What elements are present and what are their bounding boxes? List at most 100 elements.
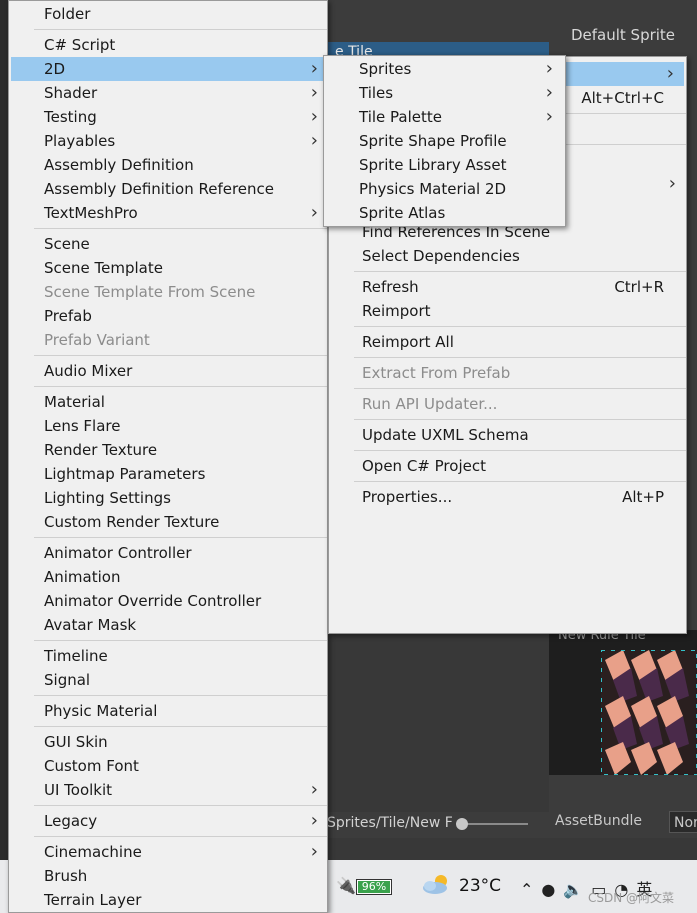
menu-item-tile-palette[interactable]: Tile Palette › [324,105,565,129]
menu-item-folder[interactable]: Folder [9,2,327,26]
menu-item-update-uxml-schema[interactable]: Update UXML Schema [329,423,686,447]
menu-item-select-dependencies[interactable]: Select Dependencies [329,244,686,268]
menu-separator [34,640,327,641]
menu-item-signal[interactable]: Signal [9,668,327,692]
menu-item-reimport[interactable]: Reimport [329,299,686,323]
menu-item-testing[interactable]: Testing › [9,105,327,129]
menu-item-animator-override-controller[interactable]: Animator Override Controller [9,589,327,613]
create-menu: Folder C# Script 2D › Shader › Testing › Playabl… [8,0,328,913]
zoom-slider-handle[interactable] [456,818,468,830]
chevron-right-icon: › [310,58,318,79]
menu-item-render-texture[interactable]: Render Texture [9,438,327,462]
temperature-text[interactable]: 23°C [459,876,501,896]
menu-item-extract-from-prefab: Extract From Prefab [329,361,686,385]
menu-item-prefab[interactable]: Prefab [9,304,327,328]
menu-item-lighting-settings[interactable]: Lighting Settings [9,486,327,510]
chevron-right-icon: › [545,82,553,103]
menu-item-label: Custom Font [44,757,139,775]
menu-item-label: Brush [44,867,88,885]
zoom-slider-track[interactable] [460,823,528,825]
menu-item-cinemachine[interactable]: Cinemachine › [9,840,327,864]
menu-item-sprites[interactable]: Sprites › [324,57,565,81]
menu-item-custom-font[interactable]: Custom Font [9,754,327,778]
menu-item-label: Shader [44,84,98,102]
menu-item-gui-skin[interactable]: GUI Skin [9,730,327,754]
menu-item-scene-template[interactable]: Scene Template [9,256,327,280]
menu-item-shortcut: Alt+P [622,488,664,506]
chevron-right-icon: › [545,58,553,79]
menu-separator [354,419,686,420]
menu-item-label: Cinemachine [44,843,142,861]
menu-item-sprite-atlas[interactable]: Sprite Atlas [324,201,565,225]
menu-item-animator-controller[interactable]: Animator Controller [9,541,327,565]
menu-item-physic-material[interactable]: Physic Material [9,699,327,723]
menu-item-label: Sprite Atlas [359,204,446,222]
menu-item-lens-flare[interactable]: Lens Flare [9,414,327,438]
menu-item-assembly-definition-reference[interactable]: Assembly Definition Reference [9,177,327,201]
menu-item-audio-mixer[interactable]: Audio Mixer [9,359,327,383]
chevron-right-icon: › [310,779,318,800]
menu-item-refresh[interactable]: Refresh Ctrl+R [329,275,686,299]
chevron-up-icon[interactable]: ⌃ [520,880,541,899]
menu-item-create[interactable]: › [560,62,684,86]
menu-item-label: Assembly Definition Reference [44,180,275,198]
menu-item-label: Testing [44,108,97,126]
menu-item-animation[interactable]: Animation [9,565,327,589]
chevron-right-icon: › [668,173,676,194]
menu-item-tiles[interactable]: Tiles › [324,81,565,105]
power-plug-icon: 🔌 [336,876,356,895]
menu-item-label: 2D [44,60,66,78]
menu-separator [34,726,327,727]
menu-item-brush[interactable]: Brush [9,864,327,888]
chevron-right-icon: › [310,810,318,831]
menu-item-label: TextMeshPro [44,204,138,222]
menu-separator [354,326,686,327]
menu-item-label: Prefab [44,307,92,325]
menu-item-label: UI Toolkit [44,781,113,799]
menu-item-label: Select Dependencies [362,247,520,265]
menu-item-playables[interactable]: Playables › [9,129,327,153]
menu-item-scene[interactable]: Scene [9,232,327,256]
assetbundle-dropdown[interactable]: Nor [669,811,697,833]
menu-item-scene-template-from-scene: Scene Template From Scene [9,280,327,304]
project-panel-header [327,0,549,42]
chevron-right-icon: › [310,82,318,103]
menu-item-terrain-layer[interactable]: Terrain Layer [9,888,327,912]
menu-item-csharp-script[interactable]: C# Script [9,33,327,57]
menu-item-label: Properties... [362,488,453,506]
menu-item-properties[interactable]: Properties... Alt+P [329,485,686,509]
menu-item-open-csharp-project[interactable]: Open C# Project [329,454,686,478]
menu-item-label: C# Script [44,36,116,54]
menu-item-label: Lens Flare [44,417,121,435]
menu-item-legacy[interactable]: Legacy › [9,809,327,833]
menu-separator [354,450,686,451]
menu-item-sprite-shape-profile[interactable]: Sprite Shape Profile [324,129,565,153]
assetbundle-label: AssetBundle [555,813,643,829]
weather-cloud-sun-icon[interactable] [421,872,453,896]
inspector-title: Default Sprite [570,26,676,44]
menu-item-2d[interactable]: 2D › [11,57,327,81]
battery-percentage: 96% [358,881,390,893]
menu-item-label: Animator Override Controller [44,592,262,610]
menu-separator [34,386,327,387]
menu-item-assembly-definition[interactable]: Assembly Definition [9,153,327,177]
menu-item-reimport-all[interactable]: Reimport All [329,330,686,354]
menu-item-label: Tiles [359,84,394,102]
menu-item-physics-material-2d[interactable]: Physics Material 2D [324,177,565,201]
menu-item-sprite-library-asset[interactable]: Sprite Library Asset [324,153,565,177]
menu-item-material[interactable]: Material [9,390,327,414]
qq-icon[interactable]: ● [541,880,563,899]
menu-separator [354,481,686,482]
menu-item-custom-render-texture[interactable]: Custom Render Texture [9,510,327,534]
watermark-text: CSDN @阿文菜 [588,891,675,905]
menu-item-lightmap-parameters[interactable]: Lightmap Parameters [9,462,327,486]
menu-separator [34,695,327,696]
menu-item-avatar-mask[interactable]: Avatar Mask [9,613,327,637]
menu-item-ui-toolkit[interactable]: UI Toolkit › [9,778,327,802]
menu-item-textmeshpro[interactable]: TextMeshPro › [9,201,327,225]
menu-item-timeline[interactable]: Timeline [9,644,327,668]
menu-item-shader[interactable]: Shader › [9,81,327,105]
menu-item-label: Sprite Library Asset [359,156,507,174]
menu-separator [34,805,327,806]
menu-item-label: Tile Palette [359,108,442,126]
